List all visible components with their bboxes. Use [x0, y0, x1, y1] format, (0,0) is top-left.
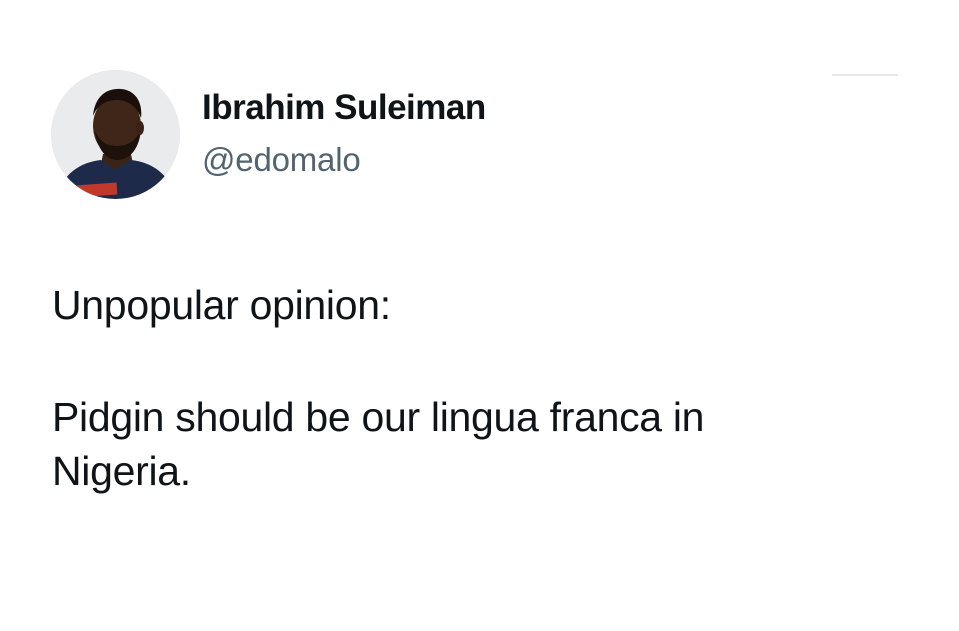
tweet-text-line: Pidgin should be our lingua franca in — [52, 394, 705, 440]
top-divider — [832, 74, 898, 76]
tweet-text-line: Unpopular opinion: — [52, 282, 391, 328]
avatar-image — [51, 70, 180, 199]
tweet-card: Ibrahim Suleiman @edomalo Unpopular opin… — [0, 0, 959, 631]
author-name[interactable]: Ibrahim Suleiman — [202, 86, 486, 130]
avatar[interactable] — [51, 70, 180, 199]
tweet-text: Unpopular opinion: Pidgin should be our … — [52, 278, 912, 498]
tweet-text-line: Nigeria. — [52, 448, 191, 494]
author-handle[interactable]: @edomalo — [202, 138, 361, 182]
